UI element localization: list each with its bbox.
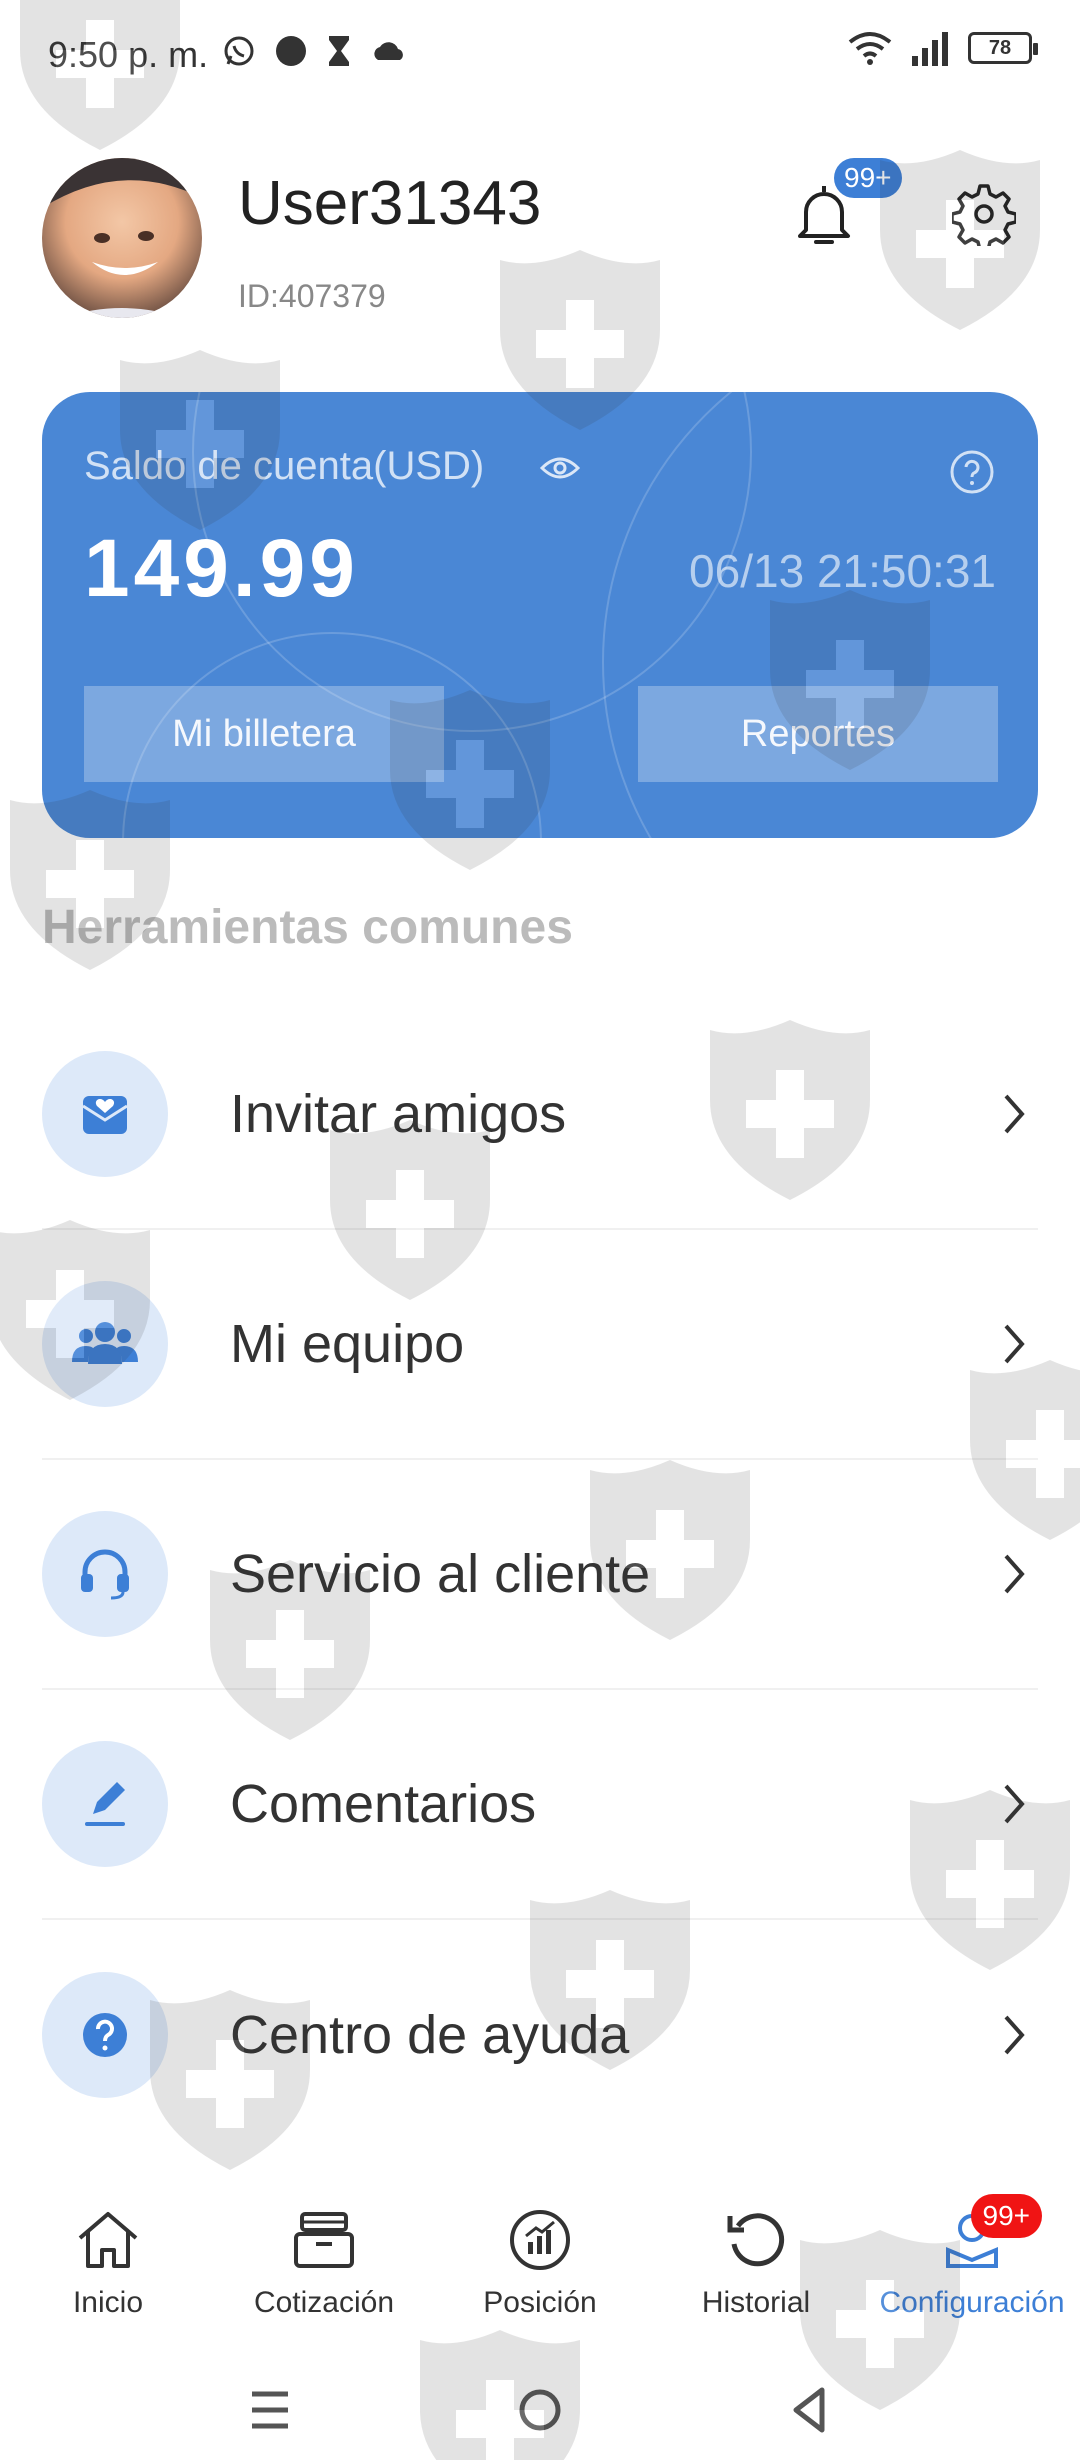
- battery-icon: 78: [968, 32, 1038, 64]
- avatar-face: [42, 158, 202, 318]
- menu-item-my-team[interactable]: Mi equipo: [42, 1230, 1038, 1460]
- reports-button[interactable]: Reportes: [638, 686, 998, 782]
- home-circle-icon[interactable]: [510, 2380, 570, 2440]
- gear-icon[interactable]: [952, 182, 1016, 246]
- quote-icon: [294, 2212, 354, 2268]
- chevron-right-icon: [1004, 1784, 1025, 1824]
- avatar[interactable]: [42, 158, 202, 318]
- bottom-nav: Inicio Cotización Posición Historial Con…: [0, 2190, 1080, 2340]
- nav-label: Inicio: [72, 2286, 144, 2319]
- wifi-icon: [848, 32, 892, 65]
- home-icon: [78, 2212, 138, 2268]
- status-icons-right: 78: [848, 30, 1038, 66]
- balance-timestamp: 06/13 21:50:31: [689, 545, 996, 597]
- menu-icon[interactable]: [240, 2380, 300, 2440]
- back-icon[interactable]: [780, 2380, 840, 2440]
- balance-label: Saldo de cuenta(USD): [84, 444, 485, 488]
- nav-quote[interactable]: Cotización: [216, 2190, 432, 2340]
- nav-settings[interactable]: Configuración 99+: [864, 2190, 1080, 2340]
- status-time: 9:50 p. m.: [48, 34, 209, 75]
- help-icon[interactable]: [948, 448, 996, 496]
- section-title: Herramientas comunes: [42, 901, 573, 954]
- chevron-right-icon: [1004, 1324, 1025, 1364]
- nav-home[interactable]: Inicio: [0, 2190, 216, 2340]
- user-id: ID:407379: [238, 278, 386, 314]
- position-icon: [510, 2210, 570, 2270]
- menu-item-label: Centro de ayuda: [230, 2005, 630, 2065]
- circle-icon: [276, 36, 306, 66]
- nav-label: Posición: [483, 2286, 597, 2319]
- nav-label: Historial: [701, 2286, 811, 2319]
- edit-icon: [42, 1741, 168, 1867]
- balance-card: Saldo de cuenta(USD) 149.99 06/13 21:50:…: [42, 392, 1038, 838]
- menu-item-comments[interactable]: Comentarios: [42, 1690, 1038, 1920]
- team-icon: [42, 1281, 168, 1407]
- signal-icon: [912, 32, 948, 66]
- chevron-right-icon: [1004, 1094, 1025, 1134]
- question-icon: [42, 1972, 168, 2098]
- status-bar: 9:50 p. m. 78: [0, 0, 1080, 110]
- headset-icon: [42, 1511, 168, 1637]
- menu-item-label: Servicio al cliente: [230, 1544, 651, 1604]
- nav-position[interactable]: Posición: [432, 2190, 648, 2340]
- menu-item-help-center[interactable]: Centro de ayuda: [42, 1920, 1038, 2150]
- history-icon: [727, 2213, 785, 2267]
- wallet-button[interactable]: Mi billetera: [84, 686, 444, 782]
- menu-item-label: Comentarios: [230, 1774, 537, 1834]
- nav-history[interactable]: Historial: [648, 2190, 864, 2340]
- hourglass-icon: [329, 36, 349, 66]
- invite-icon: [42, 1051, 168, 1177]
- menu-item-label: Mi equipo: [230, 1314, 465, 1374]
- nav-badge: 99+: [970, 2194, 1042, 2238]
- chevron-right-icon: [1004, 2015, 1025, 2055]
- menu-item-invite-friends[interactable]: Invitar amigos: [42, 1000, 1038, 1230]
- status-icons-left: [222, 34, 408, 68]
- nav-label: Configuración: [879, 2286, 1065, 2319]
- nav-label: Cotización: [253, 2286, 395, 2319]
- menu-item-label: Invitar amigos: [230, 1084, 567, 1144]
- whatsapp-icon: [224, 36, 254, 66]
- tools-menu: Invitar amigos Mi equipo Servicio al cli…: [42, 1000, 1038, 2150]
- cloud-icon: [374, 42, 403, 60]
- system-nav: [0, 2360, 1080, 2460]
- notification-badge: 99+: [834, 158, 902, 198]
- chevron-right-icon: [1004, 1554, 1025, 1594]
- menu-item-customer-service[interactable]: Servicio al cliente: [42, 1460, 1038, 1690]
- balance-amount: 149.99: [84, 523, 359, 614]
- eye-icon[interactable]: [540, 448, 580, 488]
- username: User31343: [238, 169, 542, 238]
